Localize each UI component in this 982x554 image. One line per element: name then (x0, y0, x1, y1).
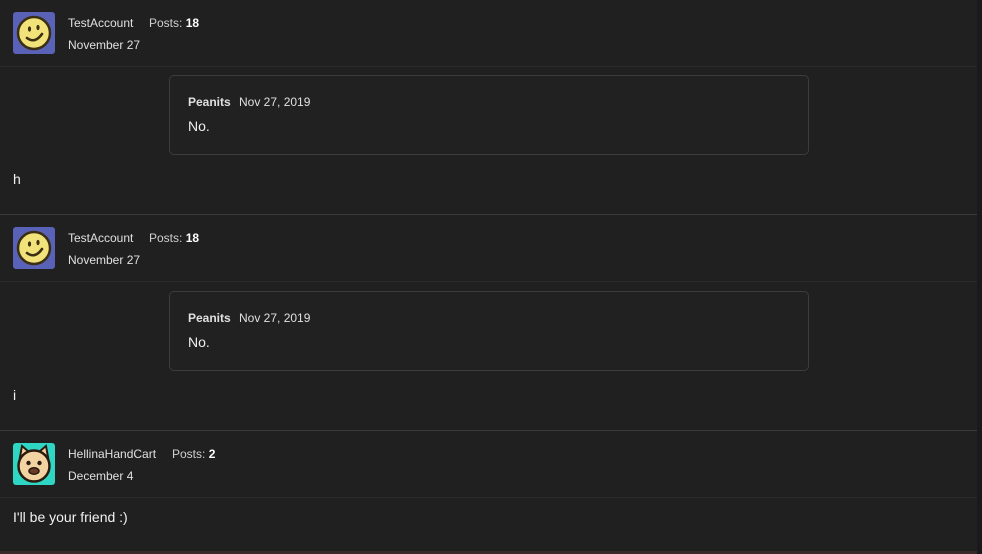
author-name[interactable]: TestAccount (68, 231, 133, 245)
post-count-label: Posts: (172, 447, 206, 461)
quote-block: Peanits Nov 27, 2019 No. (169, 291, 809, 371)
quote-author[interactable]: Peanits (188, 311, 231, 325)
post-body: h (13, 171, 21, 187)
post-item: TestAccount Posts: 18 November 27 Peanit… (0, 215, 977, 431)
quote-author[interactable]: Peanits (188, 95, 231, 109)
quote-text: No. (188, 334, 210, 350)
post-count-label: Posts: (149, 231, 183, 245)
post-item: HellinaHandCart Posts: 2 December 4 I'll… (0, 431, 977, 551)
smiley-icon (13, 12, 55, 54)
quote-date[interactable]: Nov 27, 2019 (239, 311, 310, 325)
quote-date[interactable]: Nov 27, 2019 (239, 95, 310, 109)
quote-block: Peanits Nov 27, 2019 No. (169, 75, 809, 155)
avatar[interactable] (13, 227, 55, 269)
post-date[interactable]: December 4 (68, 469, 133, 483)
author-name[interactable]: HellinaHandCart (68, 447, 156, 461)
quote-text: No. (188, 118, 210, 134)
post-date[interactable]: November 27 (68, 38, 140, 52)
avatar[interactable] (13, 12, 55, 54)
avatar[interactable] (13, 443, 55, 485)
scrollbar[interactable] (977, 0, 982, 554)
post-count-value: 18 (185, 231, 200, 245)
post-count-value: 2 (208, 447, 216, 461)
post-feed: TestAccount Posts: 18 November 27 Peanit… (0, 0, 978, 554)
post-item: TestAccount Posts: 18 November 27 Peanit… (0, 0, 977, 215)
post-count-label: Posts: (149, 16, 183, 30)
post-count: Posts: 18 (149, 231, 199, 245)
author-name[interactable]: TestAccount (68, 16, 133, 30)
cat-face-icon (13, 443, 55, 485)
post-count-value: 18 (185, 16, 200, 30)
post-header: TestAccount Posts: 18 November 27 (0, 215, 977, 282)
post-header: HellinaHandCart Posts: 2 December 4 (0, 431, 977, 498)
post-header: TestAccount Posts: 18 November 27 (0, 0, 977, 67)
post-date[interactable]: November 27 (68, 253, 140, 267)
smiley-icon (13, 227, 55, 269)
post-body: i (13, 387, 17, 403)
post-body: I'll be your friend :) (13, 509, 128, 525)
post-count: Posts: 18 (149, 16, 199, 30)
post-count: Posts: 2 (172, 447, 215, 461)
